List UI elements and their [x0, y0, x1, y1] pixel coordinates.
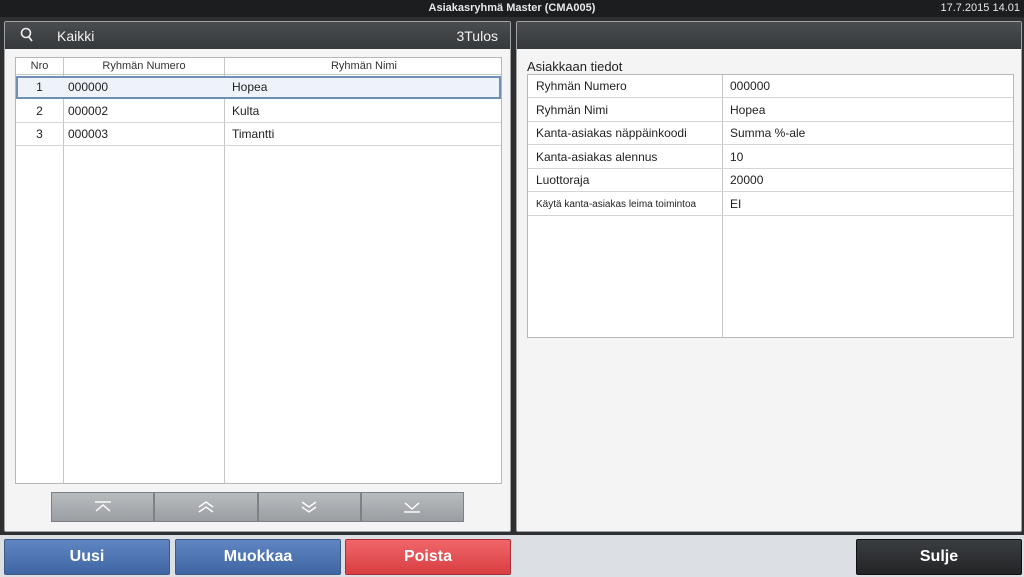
new-button[interactable]: Uusi: [4, 539, 170, 575]
table-header: Nro Ryhmän Numero Ryhmän Nimi: [16, 58, 501, 75]
header-ryhman-numero[interactable]: Ryhmän Numero: [64, 60, 224, 72]
detail-row: Kanta-asiakas alennus 10: [528, 146, 1013, 169]
page-down-button[interactable]: [257, 492, 361, 522]
customer-details-panel: Asiakkaan tiedot Ryhmän Numero 000000 Ry…: [516, 21, 1022, 532]
cell-nimi: Hopea: [232, 80, 268, 94]
detail-value: 000000: [730, 79, 771, 93]
first-page-button[interactable]: [51, 492, 155, 522]
close-button[interactable]: Sulje: [856, 539, 1022, 575]
list-header: Kaikki 3Tulos: [5, 22, 510, 49]
result-count: 3Tulos: [456, 28, 498, 44]
page-up-icon: [198, 501, 214, 513]
pager: [51, 492, 464, 522]
detail-label: Kanta-asiakas alennus: [536, 150, 658, 164]
search-icon[interactable]: [19, 27, 35, 43]
page-down-icon: [301, 501, 317, 513]
page-up-button[interactable]: [154, 492, 258, 522]
cell-numero: 000002: [68, 104, 109, 118]
group-list-panel: Kaikki 3Tulos Nro Ryhmän Numero Ryhmän N…: [4, 21, 511, 532]
detail-row: Ryhmän Nimi Hopea: [528, 99, 1013, 122]
delete-button[interactable]: Poista: [345, 539, 511, 575]
cell-numero: 000000: [68, 80, 109, 94]
cell-nro: 2: [36, 104, 43, 118]
group-table: Nro Ryhmän Numero Ryhmän Nimi 1 000000 H…: [15, 57, 502, 484]
detail-label: Luottoraja: [536, 173, 590, 187]
detail-row: Käytä kanta-asiakas leima toimintoa EI: [528, 193, 1013, 216]
cell-nro: 1: [36, 80, 43, 94]
cell-numero: 000003: [68, 127, 109, 141]
clock: 17.7.2015 14.01: [940, 2, 1020, 14]
last-page-button[interactable]: [360, 492, 464, 522]
table-row[interactable]: 3 000003 Timantti: [16, 123, 501, 146]
header-nro[interactable]: Nro: [16, 60, 63, 72]
detail-value: EI: [730, 197, 742, 211]
details-title: Asiakkaan tiedot: [527, 59, 623, 74]
detail-value: Hopea: [730, 103, 766, 117]
table-row[interactable]: 2 000002 Kulta: [16, 100, 501, 123]
cell-nimi: Timantti: [232, 127, 275, 141]
detail-row: Kanta-asiakas näppäinkoodi Summa %-ale: [528, 122, 1013, 145]
last-page-icon: [404, 502, 421, 513]
detail-label: Ryhmän Nimi: [536, 103, 609, 117]
detail-value: Summa %-ale: [730, 126, 806, 140]
detail-value: 20000: [730, 173, 764, 187]
detail-label: Käytä kanta-asiakas leima toimintoa: [536, 199, 697, 210]
window-title: Asiakasryhmä Master (CMA005): [428, 2, 596, 14]
detail-row: Luottoraja 20000: [528, 169, 1013, 192]
table-row[interactable]: 1 000000 Hopea: [16, 76, 501, 99]
detail-label: Kanta-asiakas näppäinkoodi: [536, 126, 687, 140]
edit-button[interactable]: Muokkaa: [175, 539, 341, 575]
cell-nimi: Kulta: [232, 104, 260, 118]
first-page-icon: [94, 501, 111, 512]
filter-label[interactable]: Kaikki: [57, 28, 94, 44]
action-bar: Uusi Muokkaa Poista Sulje: [0, 535, 1024, 577]
detail-value: 10: [730, 150, 744, 164]
header-ryhman-nimi[interactable]: Ryhmän Nimi: [225, 60, 503, 72]
detail-label: Ryhmän Numero: [536, 79, 627, 93]
details-header: [517, 22, 1021, 49]
cell-nro: 3: [36, 127, 43, 141]
title-bar: Asiakasryhmä Master (CMA005) 17.7.2015 1…: [0, 0, 1024, 17]
details-table: Ryhmän Numero 000000 Ryhmän Nimi Hopea K…: [527, 74, 1014, 338]
detail-row: Ryhmän Numero 000000: [528, 75, 1013, 98]
